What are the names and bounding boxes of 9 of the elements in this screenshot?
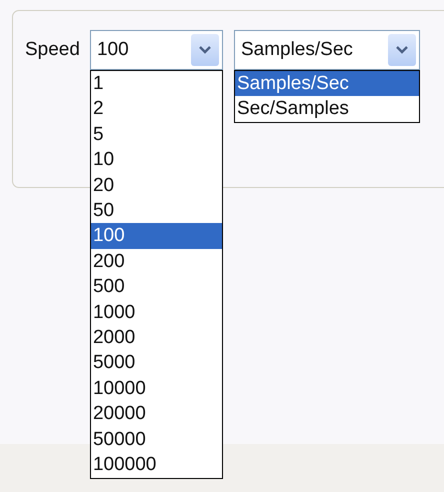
dropdown-value: Samples/Sec xyxy=(240,39,353,61)
speed-label: Speed xyxy=(25,38,80,62)
dropdown-option[interactable]: Samples/Sec xyxy=(234,71,419,96)
dropdown-arrow-button[interactable] xyxy=(190,34,219,66)
dropdown-arrow-button[interactable] xyxy=(388,34,416,66)
chevron-down-icon xyxy=(198,46,211,54)
chevron-down-icon xyxy=(396,46,408,54)
dropdown-value: 100 xyxy=(96,39,129,61)
dropdown-option[interactable]: 100 xyxy=(90,223,222,249)
